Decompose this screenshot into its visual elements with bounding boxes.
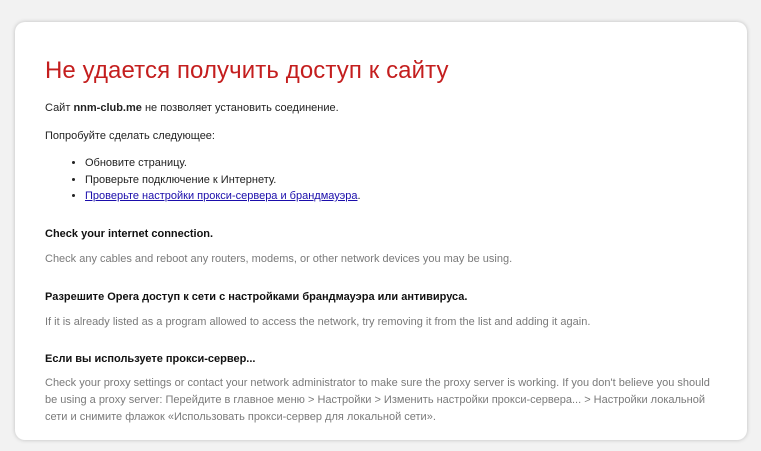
suggestion-proxy: Проверьте настройки прокси-сервера и бра… xyxy=(85,188,717,205)
section-proxy: Если вы используете прокси-сервер... Che… xyxy=(45,352,717,426)
proxy-settings-link[interactable]: Проверьте настройки прокси-сервера и бра… xyxy=(85,190,358,202)
section-check-connection: Check your internet connection. Check an… xyxy=(45,227,717,268)
error-card: Не удается получить доступ к сайту Сайт … xyxy=(15,22,747,440)
try-label: Попробуйте сделать следующее: xyxy=(45,130,215,142)
section-text: Check your proxy settings or contact you… xyxy=(45,376,710,423)
proxy-link-suffix: . xyxy=(357,190,361,202)
error-title: Не удается получить доступ к сайту xyxy=(45,57,449,84)
section-heading: Check your internet connection. xyxy=(45,227,214,240)
suggestions-list: Обновите страницу. Проверьте подключение… xyxy=(45,155,717,205)
section-text: If it is already listed as a program all… xyxy=(45,315,591,328)
section-text: Check any cables and reboot any routers,… xyxy=(45,252,513,265)
site-name: nnm-club.me xyxy=(73,102,142,114)
error-message: Сайт nnm-club.me не позволяет установить… xyxy=(45,101,717,115)
suggestion-reload: Обновите страницу. xyxy=(85,155,717,172)
error-message-prefix: Сайт xyxy=(45,102,74,114)
error-message-suffix: не позволяет установить соединение. xyxy=(141,102,339,114)
section-firewall: Разрешите Opera доступ к сети с настройк… xyxy=(45,290,717,331)
suggestion-check-connection: Проверьте подключение к Интернету. xyxy=(85,172,717,189)
section-heading: Если вы используете прокси-сервер... xyxy=(45,352,256,365)
section-heading: Разрешите Opera доступ к сети с настройк… xyxy=(45,290,468,303)
